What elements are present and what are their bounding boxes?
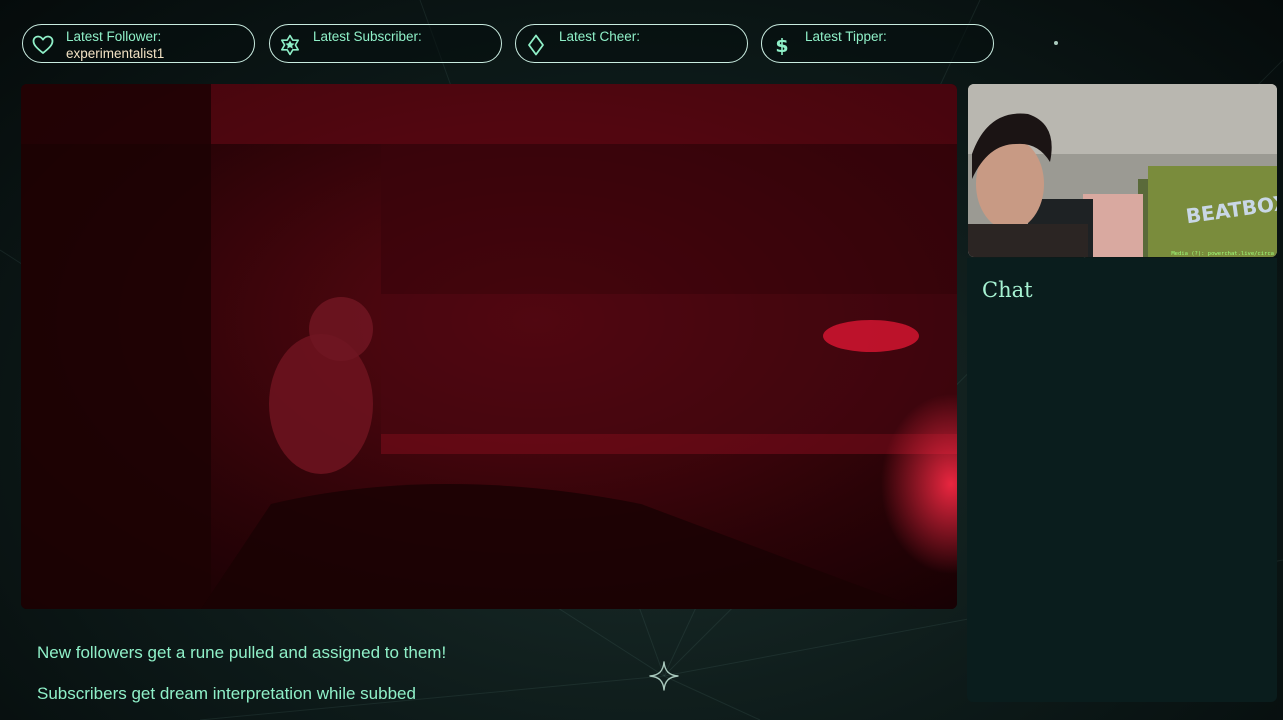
latest-cheer-pill: Latest Cheer: [515,24,748,63]
svg-text:$: $ [775,35,788,57]
chat-title: Chat [982,278,1033,302]
camera-scene [21,84,957,609]
latest-follower-pill: Latest Follower: experimentalist1 [22,24,255,63]
face-camera-scene: BEATBOX Media (?): powerchat.live/circa [968,84,1277,257]
latest-tipper-pill: $ Latest Tipper: [761,24,994,63]
star-icon [280,34,300,56]
diamond-icon [528,34,544,56]
face-cam-overlay-text: Media (?): powerchat.live/circa [1171,251,1274,257]
heart-icon [32,35,54,54]
latest-follower-value: experimentalist1 [66,46,165,61]
stream-overlay: Latest Follower: experimentalist1 Latest… [0,0,1283,720]
sparkle-icon [649,661,679,691]
chat-panel: Chat [967,258,1277,702]
dollar-icon: $ [775,35,788,57]
main-camera-feed [21,84,957,609]
latest-subscriber-pill: Latest Subscriber: [269,24,502,63]
decorative-dot [1054,41,1058,45]
latest-tipper-label: Latest Tipper: [805,29,887,44]
latest-follower-label: Latest Follower: [66,29,162,44]
latest-subscriber-label: Latest Subscriber: [313,29,422,44]
face-camera-feed: BEATBOX Media (?): powerchat.live/circa [968,84,1277,257]
follower-perk-text: New followers get a rune pulled and assi… [37,643,447,662]
latest-cheer-label: Latest Cheer: [559,29,641,44]
subscriber-perk-text: Subscribers get dream interpretation whi… [37,684,416,703]
